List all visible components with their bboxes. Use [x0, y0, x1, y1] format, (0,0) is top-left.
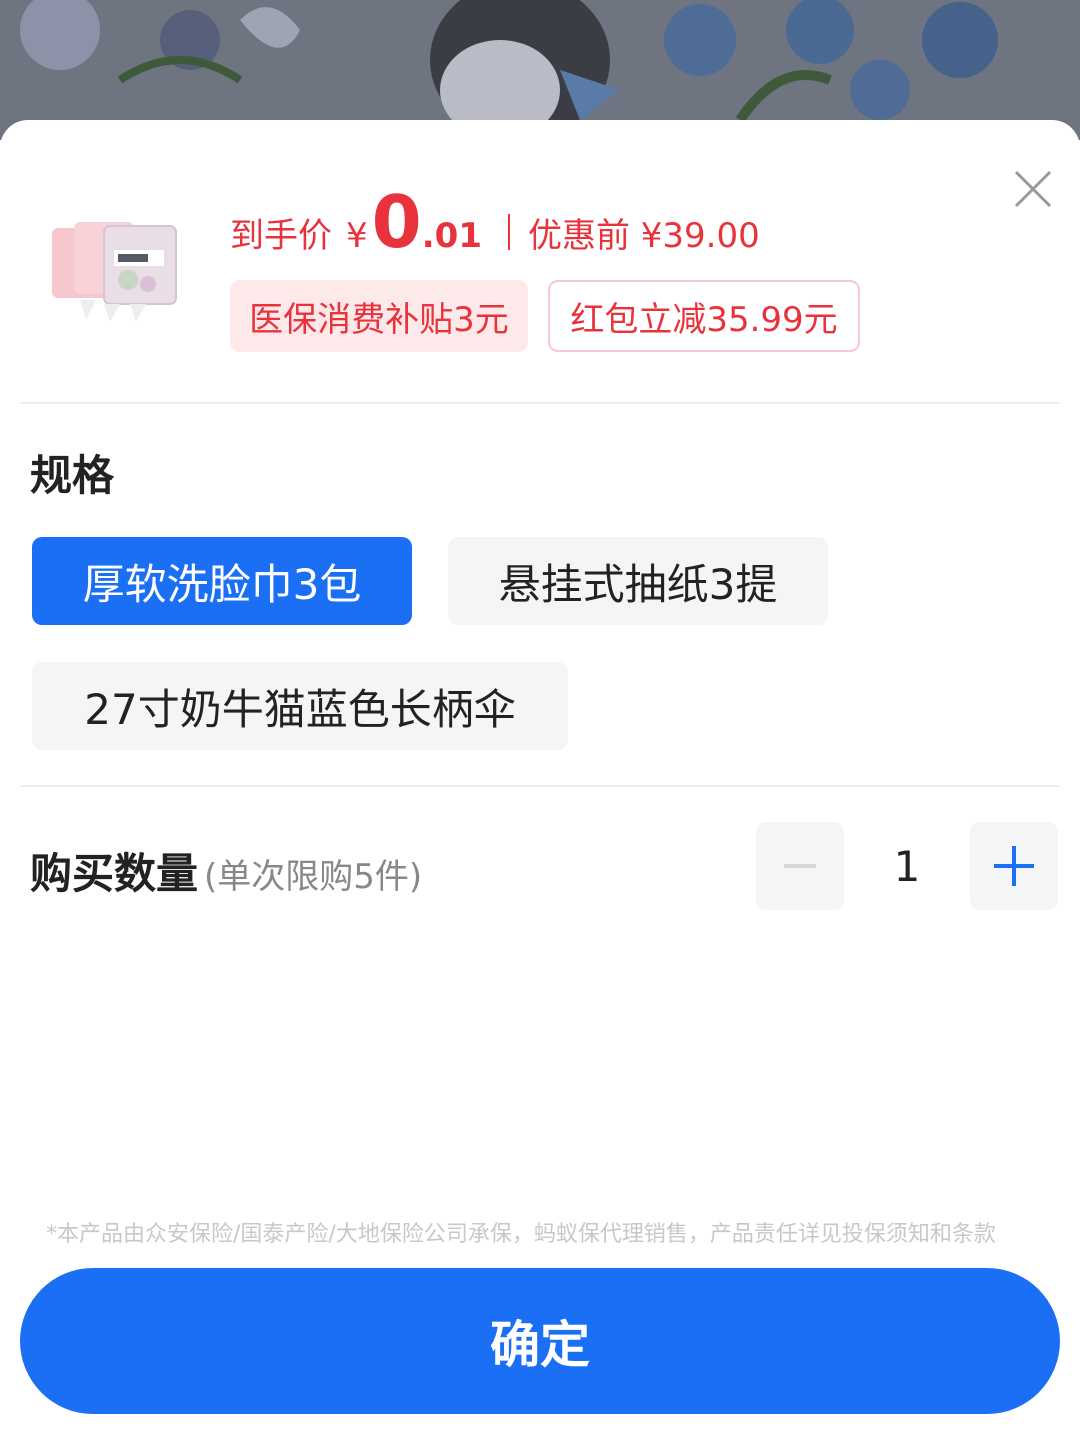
red-packet-tag: 红包立减35.99元	[548, 280, 860, 352]
price-row: 到手价 ¥ 0 .01 优惠前 ¥39.00	[230, 186, 760, 266]
decrease-button[interactable]	[756, 822, 844, 910]
close-icon[interactable]	[1010, 166, 1056, 212]
divider	[20, 785, 1060, 787]
increase-button[interactable]	[970, 822, 1058, 910]
quantity-label: 购买数量 (单次限购5件)	[30, 840, 422, 901]
spec-section-title: 规格	[30, 451, 115, 500]
quantity-value: 1	[893, 841, 921, 891]
final-price-integer: 0	[371, 180, 422, 264]
insurance-disclaimer: *本产品由众安保险/国泰产险/大地保险公司承保，蚂蚁保代理销售，产品责任详见投保…	[46, 1222, 996, 1247]
minus-icon	[784, 864, 816, 868]
subsidy-tag: 医保消费补贴3元	[230, 280, 528, 352]
final-price-decimal: .01	[421, 216, 482, 256]
divider	[20, 402, 1060, 404]
spec-option-umbrella[interactable]: 27寸奶牛猫蓝色长柄伞	[32, 662, 568, 750]
quantity-limit-note: (单次限购5件)	[204, 857, 423, 897]
final-price-label: 到手价	[230, 216, 332, 256]
currency-symbol: ¥	[346, 216, 368, 256]
spec-option-tissue[interactable]: 悬挂式抽纸3提	[448, 537, 828, 625]
spec-option-face-towel[interactable]: 厚软洗脸巾3包	[32, 537, 412, 625]
quantity-title: 购买数量	[30, 849, 199, 898]
confirm-button[interactable]: 确定	[20, 1268, 1060, 1414]
product-thumbnail	[44, 200, 184, 340]
price-separator	[507, 214, 510, 250]
original-price: 优惠前 ¥39.00	[527, 216, 760, 256]
background-product-banner	[0, 0, 1080, 140]
plus-icon	[994, 846, 1034, 886]
